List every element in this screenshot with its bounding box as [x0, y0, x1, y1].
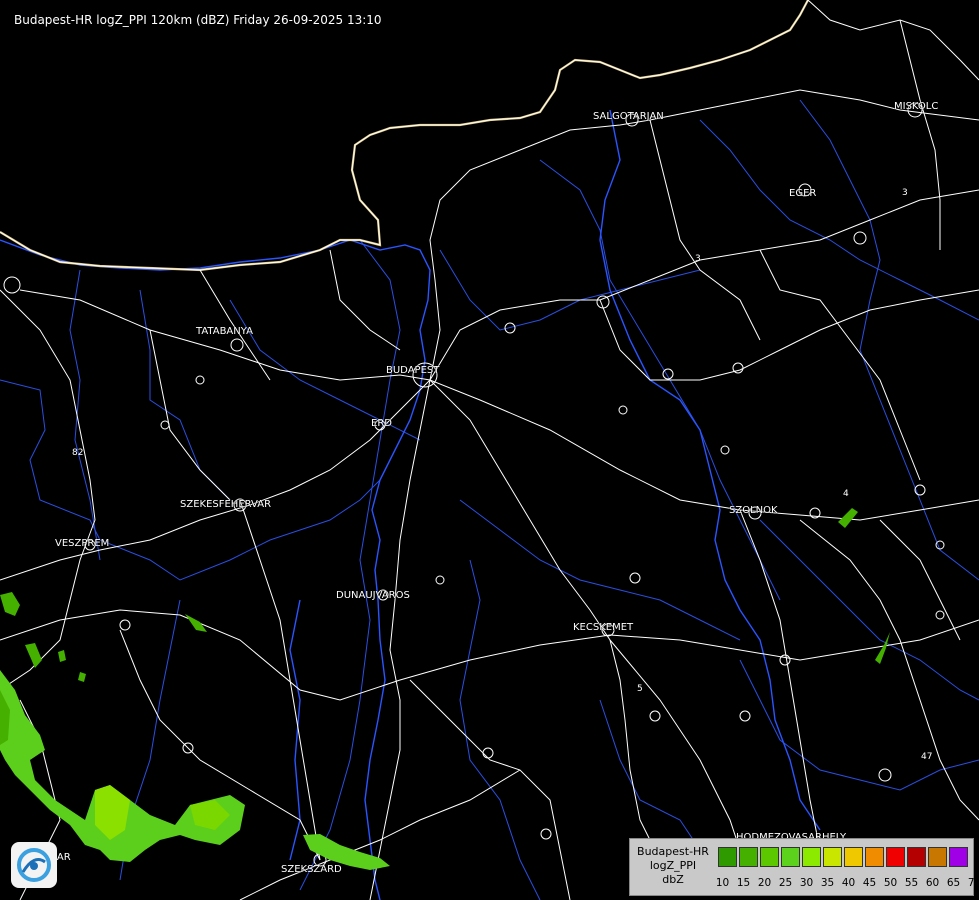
- precipitation: [0, 508, 890, 870]
- town-outlines: [3, 102, 945, 867]
- legend-tick-label: 15: [736, 877, 751, 889]
- legend-tick-label: 30: [799, 877, 814, 889]
- city-label-budapest: BUDAPEST: [386, 365, 440, 376]
- legend-swatch: [781, 847, 800, 867]
- legend-tick-label: 35: [820, 877, 835, 889]
- country-border: [0, 0, 979, 272]
- road-number: 47: [921, 752, 933, 762]
- legend-swatch: [802, 847, 821, 867]
- legend-tick-label: 20: [757, 877, 772, 889]
- city-label-veszprem: VESZPREM: [55, 538, 110, 549]
- legend-tick-label: 25: [778, 877, 793, 889]
- road-number: 4: [843, 489, 849, 499]
- legend-swatch: [823, 847, 842, 867]
- road-number: 3: [695, 254, 701, 264]
- city-label-tatabanya: TATABANYA: [196, 326, 253, 337]
- logo-icon: [11, 842, 57, 888]
- legend-tick-label: 45: [862, 877, 877, 889]
- city-label-salgotarjan: SALGOTARJAN: [593, 111, 664, 122]
- legend-unit: dbZ: [662, 873, 684, 886]
- legend-swatch: [886, 847, 905, 867]
- city-label-szekesfehervar: SZEKESFEHERVAR: [180, 499, 272, 510]
- city-label-miskolc: MISKOLC: [894, 101, 939, 112]
- legend-tick-label: 65: [946, 877, 961, 889]
- city-label-szolnok: SZOLNOK: [729, 505, 778, 516]
- legend-tick-label: 10: [715, 877, 730, 889]
- legend-tick-label: 40: [841, 877, 856, 889]
- legend-swatch: [844, 847, 863, 867]
- legend-swatch: [949, 847, 968, 867]
- rivers: [0, 109, 821, 900]
- radar-title: Budapest-HR logZ_PPI 120km (dBZ) Friday …: [14, 13, 382, 27]
- legend-swatches: [718, 847, 970, 867]
- radar-map: [0, 0, 979, 900]
- legend-swatch: [865, 847, 884, 867]
- city-label-kecskemet: KECSKEMET: [573, 622, 634, 633]
- legend-tick-label: 60: [925, 877, 940, 889]
- legend-product: logZ_PPI: [649, 859, 697, 872]
- road-number: 5: [637, 684, 643, 694]
- road-number: 82: [72, 448, 84, 458]
- legend-title: Budapest-HR: [637, 845, 709, 858]
- city-label-eger: EGER: [789, 188, 817, 199]
- legend-swatch: [739, 847, 758, 867]
- legend-swatch: [907, 847, 926, 867]
- dbz-legend: Budapest-HR logZ_PPI dbZ 10 15 20 25 30 35 40 4…: [629, 838, 979, 896]
- road-number: 3: [902, 188, 908, 198]
- city-label-szekszard: SZEKSZARD: [281, 864, 342, 875]
- legend-tick-label: 55: [904, 877, 919, 889]
- legend-swatch: [718, 847, 737, 867]
- city-label-dunaujvaros: DUNAUJVAROS: [336, 590, 410, 601]
- legend-swatch: [928, 847, 947, 867]
- legend-swatch: [760, 847, 779, 867]
- city-label-erd: ERD: [371, 418, 392, 429]
- county-borders: [0, 99, 979, 900]
- legend-tick-label: 70: [967, 877, 979, 889]
- legend-tick-label: 50: [883, 877, 898, 889]
- legend-ticks: 10 15 20 25 30 35 40 45 50 55 60 65 70: [712, 877, 979, 889]
